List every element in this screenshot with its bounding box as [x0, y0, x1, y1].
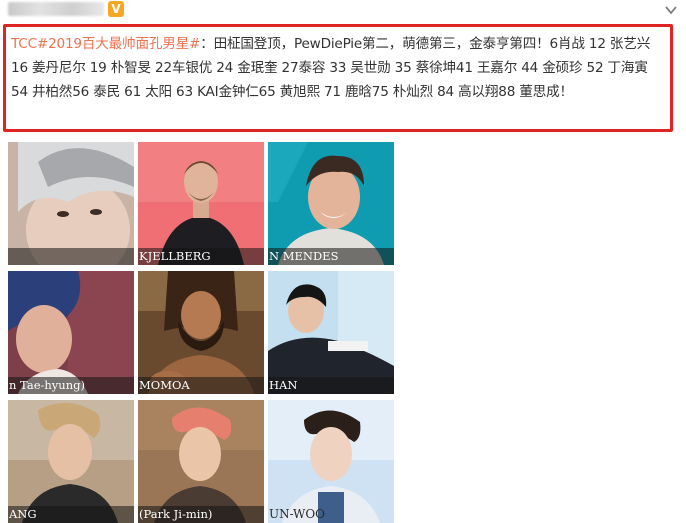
- photo-caption: HAN: [268, 377, 394, 394]
- photo-caption: MOMOA: [138, 377, 264, 394]
- photo-thumbnail[interactable]: n Tae-hyung): [8, 271, 134, 394]
- photo-caption: n Tae-hyung): [8, 377, 134, 394]
- hashtag-link[interactable]: #2019百大最帅面孔男星#: [37, 36, 201, 52]
- photo-caption: KJELLBERG: [138, 248, 264, 265]
- photo-caption: UN-WOO: [269, 507, 326, 521]
- photo-thumbnail[interactable]: MOMOA: [138, 271, 264, 394]
- photo-caption: [8, 248, 134, 265]
- highlighted-post-text: TCC#2019百大最帅面孔男星#：田柾国登顶，PewDiePie第二，萌德第三…: [3, 24, 673, 132]
- tag-link[interactable]: TCC: [11, 36, 37, 52]
- photo-thumbnail[interactable]: HAN: [268, 271, 394, 394]
- photo-thumbnail[interactable]: KJELLBERG: [138, 142, 264, 265]
- post-header: V: [0, 0, 686, 22]
- photo-caption: ANG: [8, 506, 134, 523]
- photo-thumbnail[interactable]: (Park Ji-min): [138, 400, 264, 523]
- photo-thumbnail[interactable]: N MENDES: [268, 142, 394, 265]
- photo-thumbnail[interactable]: [8, 142, 134, 265]
- photo-caption: (Park Ji-min): [138, 506, 264, 523]
- blurred-username[interactable]: [8, 2, 104, 16]
- photo-thumbnail[interactable]: UN-WOO: [268, 400, 394, 523]
- verified-badge-icon: V: [108, 1, 124, 17]
- chevron-down-icon[interactable]: [664, 3, 678, 17]
- photo-thumbnail[interactable]: ANG: [8, 400, 134, 523]
- photo-caption: N MENDES: [268, 248, 394, 265]
